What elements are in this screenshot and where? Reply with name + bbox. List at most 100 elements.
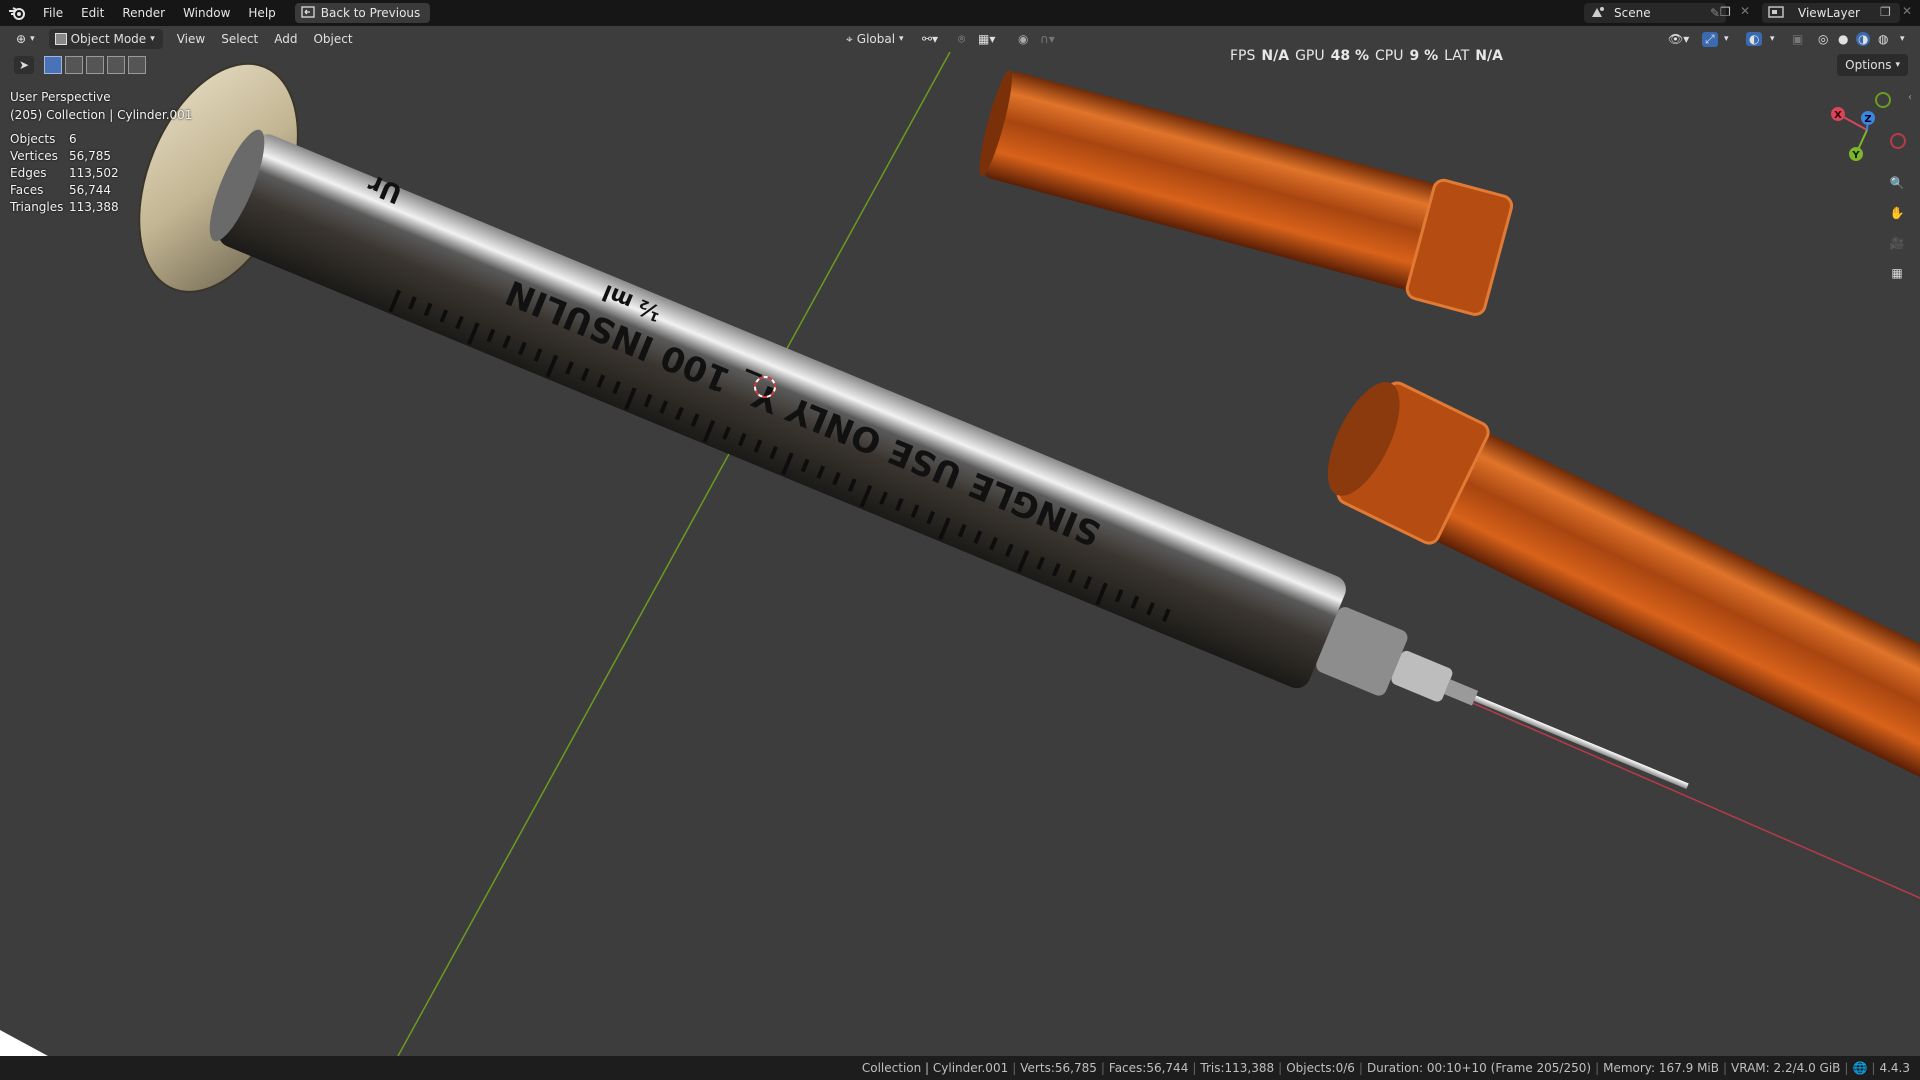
chevron-down-icon: ▾ <box>899 34 904 44</box>
back-to-previous-button[interactable]: Back to Previous <box>294 3 431 23</box>
performance-hud: FPS N/A GPU 48 % CPU 9 % LAT N/A <box>1230 48 1503 64</box>
selection-mode-group <box>44 56 146 74</box>
view-name: User Perspective <box>10 90 111 104</box>
gizmo-x-label: X <box>1834 110 1842 121</box>
material-shading-icon[interactable]: ◑ <box>1856 32 1871 46</box>
viewport-scene[interactable]: SINGLE USE ONLY Y_ 100 INSULIN ½ ml Ur <box>0 0 1920 1080</box>
menu-view[interactable]: View <box>169 26 213 52</box>
rendered-shading-icon[interactable]: ◍ <box>1878 32 1888 46</box>
stat-label: Edges <box>10 166 47 180</box>
status-duration: Duration: 00:10+10 (Frame 205/250) <box>1366 1061 1592 1075</box>
stat-row: Triangles 113,388 <box>10 199 119 216</box>
proportional-edit-icon[interactable]: ◉ <box>1018 32 1028 46</box>
transform-orientation-selector[interactable]: ⌖ Global ▾ <box>840 29 910 49</box>
gizmo-y-label: Y <box>1851 150 1860 161</box>
lat-value: N/A <box>1475 48 1503 64</box>
select-new-icon[interactable] <box>44 56 62 74</box>
options-button[interactable]: Options ▾ <box>1837 54 1908 76</box>
stat-value: 56,785 <box>69 149 111 163</box>
needle <box>1473 695 1689 790</box>
cpu-label: CPU <box>1375 48 1404 64</box>
gizmo-z-label: Z <box>1864 114 1871 125</box>
falloff-icon[interactable]: ∩▾ <box>1040 32 1055 46</box>
stat-row: Vertices 56,785 <box>10 148 119 165</box>
gpu-label: GPU <box>1295 48 1325 64</box>
stat-label: Faces <box>10 183 44 197</box>
status-tris: Tris:113,388 <box>1200 1061 1275 1075</box>
menu-help[interactable]: Help <box>239 0 284 26</box>
chevron-down-icon[interactable]: ▾ <box>1724 34 1729 44</box>
pivot-point-icon[interactable]: ⚯▾ <box>922 32 938 46</box>
xray-toggle-icon[interactable]: ▣ <box>1792 32 1803 46</box>
wireframe-shading-icon[interactable]: ◎ <box>1818 32 1828 46</box>
options-label: Options <box>1845 58 1892 72</box>
status-collection: Collection | Cylinder.001 <box>861 1061 1009 1075</box>
gpu-value: 48 % <box>1330 48 1369 64</box>
corner-widget <box>0 1030 48 1056</box>
zoom-icon[interactable]: 🔍 <box>1884 170 1910 196</box>
back-icon <box>301 5 315 21</box>
select-subtract-icon[interactable] <box>86 56 104 74</box>
new-scene-icon[interactable]: ❐ <box>1720 5 1731 19</box>
status-bar: Collection | Cylinder.001 | Verts:56,785 |… <box>0 1056 1920 1080</box>
fps-value: N/A <box>1261 48 1290 64</box>
editor-type-button[interactable]: ⊕ ▾ <box>10 29 41 49</box>
menu-render[interactable]: Render <box>113 0 174 26</box>
snap-toggle-icon[interactable]: ⌾ <box>958 32 965 47</box>
select-tool-button[interactable]: ➤ <box>14 56 34 74</box>
lat-label: LAT <box>1444 48 1470 64</box>
menu-add[interactable]: Add <box>266 26 305 52</box>
visibility-icon[interactable]: 👁▾ <box>1668 32 1689 46</box>
overlays-toggle-icon[interactable]: ◐ <box>1746 32 1763 46</box>
y-axis-line <box>397 51 951 1057</box>
chevron-down-icon: ▾ <box>1895 60 1900 70</box>
fps-label: FPS <box>1230 48 1256 64</box>
select-extend-icon[interactable] <box>65 56 83 74</box>
viewport-header: ⊕ ▾ Object Mode ▾ View Select Add Object … <box>0 26 1920 64</box>
perspective-toggle-icon[interactable]: ▦ <box>1884 260 1910 286</box>
scene-statistics: Objects 6 Vertices 56,785 Edges 113,502 Fac… <box>10 131 119 216</box>
active-object-line: (205) Collection | Cylinder.001 <box>10 108 193 122</box>
snap-target-icon[interactable]: ▦▾ <box>978 32 995 46</box>
needle-cap-bottom <box>1327 381 1920 806</box>
menu-edit[interactable]: Edit <box>72 0 113 26</box>
delete-viewlayer-icon[interactable]: ✕ <box>1902 4 1912 18</box>
chevron-down-icon[interactable]: ▾ <box>1900 34 1905 44</box>
navigation-gizmo[interactable]: X Z Y <box>1820 86 1910 176</box>
status-faces: Faces:56,744 <box>1108 1061 1189 1075</box>
back-to-previous-label: Back to Previous <box>320 6 421 20</box>
stat-value: 113,502 <box>69 166 119 180</box>
menu-select[interactable]: Select <box>213 26 266 52</box>
select-invert-icon[interactable] <box>107 56 125 74</box>
viewport-info-overlay: User Perspective (205) Collection | Cyli… <box>10 88 192 124</box>
new-viewlayer-icon[interactable]: ❐ <box>1880 5 1891 19</box>
gizmo-neg-y-icon <box>1875 92 1891 108</box>
pan-hand-icon[interactable]: ✋ <box>1884 200 1910 226</box>
chevron-down-icon[interactable]: ▾ <box>1770 34 1775 44</box>
needle-cap-top <box>979 69 1514 316</box>
barrel-label-main: SINGLE USE ONLY Y_ 100 INSULIN <box>500 272 1106 554</box>
delete-scene-icon[interactable]: ✕ <box>1740 4 1750 18</box>
solid-shading-icon[interactable]: ● <box>1838 32 1848 46</box>
menu-window[interactable]: Window <box>174 0 239 26</box>
select-intersect-icon[interactable] <box>128 56 146 74</box>
pin-icon[interactable]: ✎ <box>1710 6 1720 20</box>
mode-selector[interactable]: Object Mode ▾ <box>48 29 163 49</box>
blender-logo-icon[interactable] <box>0 0 34 26</box>
stat-value: 6 <box>69 132 77 146</box>
status-vram: VRAM: 2.2/4.0 GiB <box>1731 1061 1841 1075</box>
menu-object[interactable]: Object <box>305 26 360 52</box>
gizmo-toggle-icon[interactable]: ⤢ <box>1702 31 1718 47</box>
status-verts: Verts:56,785 <box>1020 1061 1097 1075</box>
scene-icon <box>1590 5 1606 22</box>
cpu-value: 9 % <box>1409 48 1439 64</box>
menu-file[interactable]: File <box>34 0 72 26</box>
stat-row: Edges 113,502 <box>10 165 119 182</box>
viewlayer-name: ViewLayer <box>1798 6 1860 20</box>
gizmo-neg-x-icon <box>1890 133 1906 149</box>
scene-selector[interactable]: Scene ✎ <box>1584 3 1726 23</box>
globe-icon[interactable]: 🌐 <box>1848 1061 1871 1075</box>
stat-value: 113,388 <box>69 200 119 214</box>
camera-view-icon[interactable]: 🎥 <box>1884 230 1910 256</box>
viewport-editor-icon: ⊕ <box>16 32 27 46</box>
